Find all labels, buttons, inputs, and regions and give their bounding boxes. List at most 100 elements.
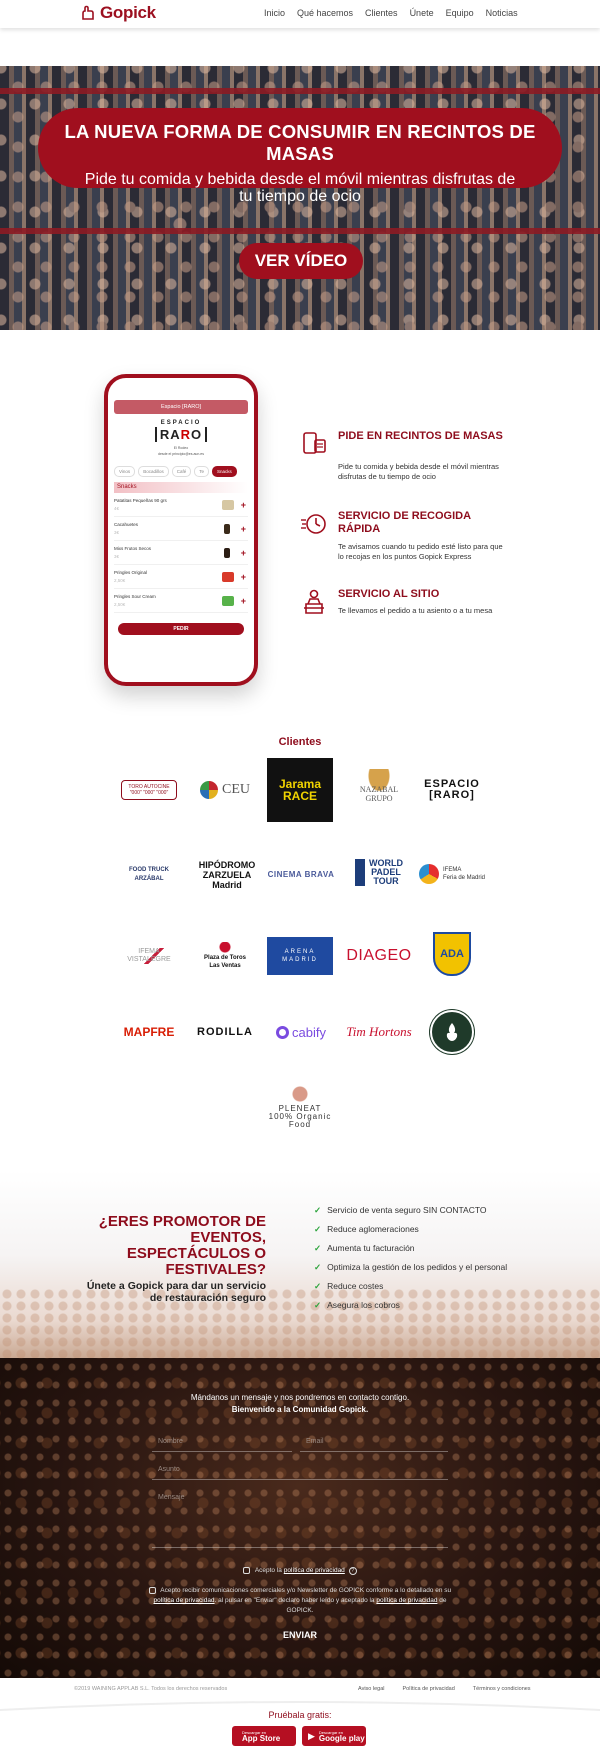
email-field[interactable]: Email bbox=[300, 1434, 448, 1452]
product-image bbox=[222, 572, 234, 582]
check-icon: ✓ bbox=[314, 1300, 322, 1310]
list-item[interactable]: Cacahuetes 3€ + bbox=[114, 520, 248, 541]
name-field[interactable]: Nombre bbox=[152, 1434, 292, 1452]
category-header: Snacks bbox=[114, 482, 248, 493]
feature-order: PIDE EN RECINTOS DE MASAS Pide tu comida… bbox=[300, 430, 510, 484]
menu-item-inicio[interactable]: Inicio bbox=[264, 8, 285, 18]
contact-intro: Mándanos un mensaje y nos pondremos en c… bbox=[190, 1393, 410, 1414]
list-item[interactable]: Patatitas Pequeñas 90 grs 4€ + bbox=[114, 496, 248, 517]
feature-title: SERVICIO DE RECOGIDA RÁPIDA bbox=[338, 510, 471, 535]
privacy-policy-link[interactable]: Política de privacidad bbox=[403, 1686, 455, 1692]
add-icon[interactable]: + bbox=[241, 572, 246, 582]
play-icon: ▶ bbox=[308, 1730, 315, 1741]
client-logo-las-ventas: Plaza de Toros Las Ventas bbox=[191, 932, 259, 980]
check-icon: ✓ bbox=[314, 1224, 322, 1234]
client-logo-jarama-race: Jarama RACE bbox=[267, 758, 333, 822]
menu-item-clientes[interactable]: Clientes bbox=[365, 8, 398, 18]
subject-field[interactable]: Asunto bbox=[152, 1462, 448, 1480]
list-item: ✓ Optimiza la gestión de los pedidos y el… bbox=[314, 1262, 508, 1272]
contact-section: Mándanos un mensaje y nos pondremos en c… bbox=[0, 1358, 600, 1678]
client-logo-cinema-brava: CINEMA BRAVA bbox=[267, 869, 335, 879]
gopick-logo[interactable]: Gopick bbox=[80, 3, 156, 23]
menu-item-que-hacemos[interactable]: Qué hacemos bbox=[297, 8, 353, 18]
client-logo-campfire bbox=[418, 1008, 486, 1056]
feature-seat-delivery: SERVICIO AL SITIO Te llevamos el pedido … bbox=[300, 588, 510, 638]
copyright: ©2019 WAINING APPLAB S.L. Todos los dere… bbox=[74, 1686, 228, 1692]
main-menu: Inicio Qué hacemos Clientes Únete Equipo… bbox=[264, 8, 518, 18]
info-icon[interactable]: ? bbox=[348, 1567, 357, 1575]
client-logo-hipodromo: HIPÓDROMO ZARZUELA Madrid bbox=[198, 860, 256, 890]
add-icon[interactable]: + bbox=[241, 548, 246, 558]
privacy-policy-link[interactable]: política de privacidad bbox=[153, 1597, 214, 1604]
venue-logo: ESPACIO RARO El Rodeo desde el principio… bbox=[108, 420, 254, 456]
tab-vinos[interactable]: Vinos bbox=[114, 466, 136, 477]
hero-subtitle: Pide tu comida y bebida desde el móvil m… bbox=[84, 171, 516, 205]
client-logo-ada: ADA bbox=[418, 930, 486, 978]
list-item: ✓ Reduce costes bbox=[314, 1281, 384, 1291]
stadium-rail bbox=[0, 88, 600, 94]
add-icon[interactable]: + bbox=[241, 500, 246, 510]
client-logo-ifema-vistalegre: IFEMA VISTALEGRE bbox=[127, 948, 171, 964]
legal-notice-link[interactable]: Aviso legal bbox=[358, 1686, 385, 1692]
product-image bbox=[222, 596, 234, 606]
list-item: ✓ Servicio de venta seguro SIN CONTACTO bbox=[314, 1205, 487, 1215]
top-navbar: Gopick Inicio Qué hacemos Clientes Únete… bbox=[0, 0, 600, 28]
menu-item-noticias[interactable]: Noticias bbox=[486, 8, 518, 18]
order-button[interactable]: PEDIR bbox=[118, 623, 244, 635]
hand-pick-icon bbox=[82, 5, 94, 20]
add-icon[interactable]: + bbox=[241, 524, 246, 534]
product-image bbox=[224, 548, 230, 558]
phone-mockup: Espacio [RARO] ESPACIO RARO El Rodeo des… bbox=[104, 374, 258, 686]
watch-video-button[interactable]: VER VÍDEO bbox=[239, 243, 363, 279]
google-play-button[interactable]: ▶ Descargar en Google play bbox=[302, 1726, 366, 1746]
promoter-title: ¿ERES PROMOTOR DE EVENTOS, ESPECTÁCULOS … bbox=[98, 1213, 266, 1278]
footer: ©2019 WAINING APPLAB S.L. Todos los dere… bbox=[0, 1678, 600, 1756]
footer-links: Aviso legal Política de privacidad Térmi… bbox=[358, 1686, 531, 1692]
client-logo-tim-hortons: Tim Hortons bbox=[346, 1024, 412, 1039]
message-field[interactable]: Mensaje bbox=[152, 1490, 448, 1548]
seat-delivery-icon bbox=[304, 589, 324, 614]
feature-description: Pide tu comida y bebida desde el móvil m… bbox=[338, 462, 499, 481]
client-logo-pleneat: PLENEAT 100% Organic Food bbox=[266, 1082, 334, 1132]
check-icon: ✓ bbox=[314, 1205, 322, 1215]
feature-pickup: SERVICIO DE RECOGIDA RÁPIDA Te avisamos … bbox=[300, 510, 510, 570]
privacy-checkbox[interactable] bbox=[243, 1566, 251, 1574]
newsletter-checkbox[interactable] bbox=[148, 1586, 156, 1594]
phone-order-icon bbox=[303, 432, 326, 454]
phone-header: Espacio [RARO] bbox=[114, 400, 248, 414]
client-logo-ceu: CEU bbox=[191, 766, 259, 814]
tab-te[interactable]: Te bbox=[194, 466, 209, 477]
clients-title: Clientes bbox=[278, 736, 322, 748]
campfire-icon bbox=[430, 1010, 474, 1054]
add-icon[interactable]: + bbox=[241, 596, 246, 606]
list-item[interactable]: Mixs Frutos Secos 3€ + bbox=[114, 544, 248, 565]
tab-cafe[interactable]: Café bbox=[171, 466, 192, 477]
privacy-policy-link[interactable]: política de privacidad bbox=[376, 1597, 437, 1604]
client-logo-cabify: cabify bbox=[267, 1008, 335, 1056]
tab-snacks[interactable]: Snacks bbox=[211, 466, 237, 477]
list-item: ✓ Reduce aglomeraciones bbox=[314, 1224, 419, 1234]
send-button[interactable]: ENVIAR bbox=[270, 1630, 330, 1644]
hero-section: LA NUEVA FORMA DE CONSUMIR EN RECINTOS D… bbox=[0, 66, 600, 330]
client-logo-toro: TORO AUTOCINE "000" "000" "000" bbox=[115, 766, 183, 814]
hero-banner: LA NUEVA FORMA DE CONSUMIR EN RECINTOS D… bbox=[38, 108, 562, 205]
promoter-section: ¿ERES PROMOTOR DE EVENTOS, ESPECTÁCULOS … bbox=[0, 1170, 600, 1358]
fast-pickup-icon bbox=[301, 514, 326, 534]
promoter-subtitle: Únete a Gopick para dar un servicio de r… bbox=[86, 1280, 266, 1304]
menu-item-unete[interactable]: Únete bbox=[410, 8, 434, 18]
client-logo-rodilla: RODILLA bbox=[197, 1026, 253, 1038]
list-item[interactable]: Pringles Original 2,50€ + bbox=[114, 568, 248, 589]
list-item: ✓ Asegura los cobros bbox=[314, 1300, 400, 1310]
terms-link[interactable]: Términos y condiciones bbox=[473, 1686, 531, 1692]
privacy-policy-link[interactable]: política de privacidad bbox=[284, 1567, 345, 1574]
client-logo-world-padel-tour: WORLD PADEL TOUR bbox=[345, 848, 413, 896]
menu-tabs: Vinos Bocadillos Café Te Snacks bbox=[114, 466, 248, 477]
feature-title: SERVICIO AL SITIO bbox=[338, 588, 440, 600]
app-store-button[interactable]: Descargar en App Store bbox=[232, 1726, 296, 1746]
feature-title: PIDE EN RECINTOS DE MASAS bbox=[338, 430, 503, 442]
feature-description: Te llevamos el pedido a tu asiento o a t… bbox=[338, 606, 493, 615]
feature-description: Te avisamos cuando tu pedido esté listo … bbox=[338, 542, 503, 561]
menu-item-equipo[interactable]: Equipo bbox=[446, 8, 474, 18]
tab-bocadillos[interactable]: Bocadillos bbox=[138, 466, 169, 477]
list-item[interactable]: Pringles Sour Cream 2,50€ + bbox=[114, 592, 248, 613]
